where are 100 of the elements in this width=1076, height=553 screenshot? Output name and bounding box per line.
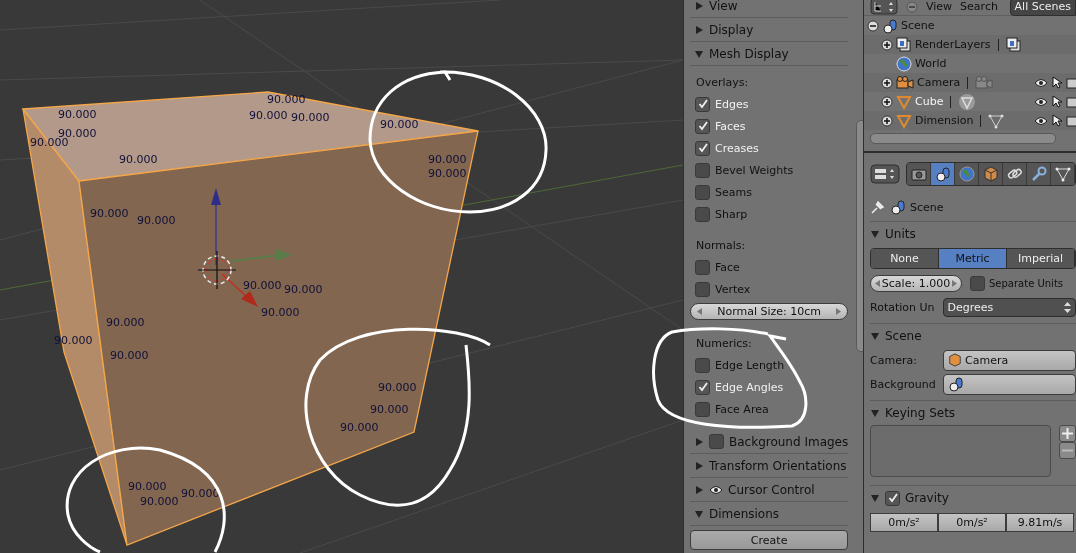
checkbox[interactable] [695, 140, 710, 156]
panel-header[interactable]: Mesh Display [690, 42, 849, 66]
gravity-field[interactable]: 9.81m/s [1006, 512, 1074, 532]
camera-field[interactable]: Camera [943, 349, 1076, 371]
field-label: Background [870, 377, 935, 391]
checkbox[interactable] [709, 434, 724, 449]
collapsed-triangle-icon [694, 460, 704, 471]
checkbox[interactable] [695, 357, 710, 373]
editor-type-icon[interactable] [870, 164, 900, 184]
scene-icon [948, 376, 964, 392]
menu-item[interactable]: Search [960, 0, 998, 13]
angle-label: 90.000 [428, 153, 467, 166]
panel-title: Keying Sets [885, 406, 956, 420]
option-label: Vertex [715, 282, 751, 296]
checkbox[interactable] [695, 379, 710, 395]
panel-header[interactable]: Keying Sets [870, 401, 1076, 425]
option-label: Creases [715, 141, 759, 155]
up-down-arrows-icon [1064, 301, 1071, 313]
angle-label: 90.000 [340, 421, 379, 434]
unit-system-button[interactable]: Imperial [1007, 249, 1075, 268]
outliner-row[interactable]: Dimension [864, 111, 1076, 130]
panel-header[interactable]: View [690, 0, 849, 18]
angle-label: 90.000 [243, 279, 282, 292]
checkbox[interactable] [695, 259, 710, 275]
panel-header[interactable]: Background Images [690, 430, 849, 454]
scene-icon [934, 166, 951, 182]
background-scene-field[interactable] [943, 373, 1076, 395]
angle-label: 90.000 [110, 349, 149, 362]
remove-button[interactable] [1059, 442, 1076, 459]
expanded-triangle-icon [694, 508, 704, 519]
image-layers-icon [896, 36, 912, 53]
gravity-field[interactable]: 0m/s² [870, 512, 938, 532]
option-label: Separate Units [989, 277, 1064, 289]
expand-icon[interactable] [881, 95, 893, 108]
eye-icon[interactable] [1034, 115, 1048, 126]
vertex-triangle-icon[interactable] [988, 112, 1005, 129]
eye-icon[interactable] [709, 484, 723, 495]
checkbox[interactable] [695, 96, 710, 112]
unit-system-button[interactable]: None [871, 249, 939, 268]
right-arrow-icon [836, 308, 842, 315]
pointer-icon[interactable] [1052, 76, 1062, 89]
unit-system-button[interactable]: Metric [939, 249, 1007, 268]
mesh-data-icon[interactable] [958, 92, 977, 111]
group-heading: Numerics: [695, 336, 752, 352]
option-label: Face [715, 260, 740, 274]
scrollbar-thumb[interactable] [870, 133, 1056, 144]
add-button[interactable] [1059, 425, 1076, 442]
angle-label: 90.000 [106, 316, 145, 329]
expand-icon[interactable] [881, 38, 893, 51]
image-layers-icon[interactable] [1005, 36, 1022, 53]
panel-header[interactable]: Transform Orientations [690, 454, 849, 478]
properties-tab[interactable] [931, 163, 955, 185]
vertex-triangle-icon [1054, 166, 1071, 182]
panel-header[interactable]: Display [690, 18, 849, 42]
checkbox[interactable] [695, 162, 710, 178]
eye-icon[interactable] [1034, 77, 1048, 88]
expand-icon[interactable] [881, 76, 893, 89]
scene-icon [882, 17, 898, 34]
pointer-icon[interactable] [1052, 95, 1062, 108]
angle-label: 90.000 [370, 403, 409, 416]
angle-label: 90.000 [267, 93, 306, 106]
outliner-row[interactable]: Camera [864, 73, 1076, 92]
left-arrow-icon [875, 279, 880, 287]
expanded-triangle-icon [870, 229, 880, 239]
outliner-row[interactable]: RenderLayers [864, 35, 1076, 54]
expanded-triangle-icon [694, 48, 704, 59]
create-button[interactable]: Create [690, 530, 849, 550]
eye-icon[interactable] [1034, 96, 1048, 107]
outliner-item-label: Camera [917, 76, 961, 89]
gravity-field[interactable]: 0m/s² [938, 512, 1006, 532]
option-label: Edge Length [715, 358, 785, 372]
checkbox[interactable] [695, 401, 710, 417]
panel-header[interactable]: Dimensions [690, 502, 849, 526]
panel-header[interactable]: Scene [870, 324, 1076, 348]
editor-type-icon[interactable] [870, 0, 898, 15]
scene-filter-dropdown[interactable]: All Scenes [1009, 0, 1076, 16]
option-label: Sharp [715, 207, 748, 221]
checkbox[interactable] [885, 490, 900, 506]
number-field[interactable]: Scale: 1.000 [870, 274, 962, 292]
pin-icon[interactable] [870, 199, 886, 215]
right-arrow-icon [952, 279, 957, 287]
number-field[interactable]: Normal Size: 10cm [690, 303, 849, 320]
option-label: Edge Angles [715, 380, 784, 394]
menu-item[interactable]: View [926, 0, 953, 13]
panel-header[interactable]: Cursor Control [690, 478, 849, 502]
collapse-icon[interactable] [867, 19, 879, 32]
checkbox[interactable] [695, 118, 710, 134]
checkbox[interactable] [695, 281, 710, 297]
rotation-units-dropdown[interactable]: Degrees [942, 297, 1076, 317]
checkbox[interactable] [970, 275, 985, 291]
expand-icon[interactable] [881, 114, 893, 127]
expanded-triangle-icon [870, 493, 880, 503]
outliner-item-label: World [915, 57, 947, 70]
panel-header[interactable]: Units [870, 222, 1076, 246]
panel-header[interactable]: Gravity [870, 486, 1076, 510]
pointer-icon[interactable] [1052, 114, 1062, 127]
checkbox[interactable] [695, 206, 710, 222]
context-label: Scene [910, 200, 944, 214]
option-label: Faces [715, 119, 746, 133]
checkbox[interactable] [695, 184, 710, 200]
